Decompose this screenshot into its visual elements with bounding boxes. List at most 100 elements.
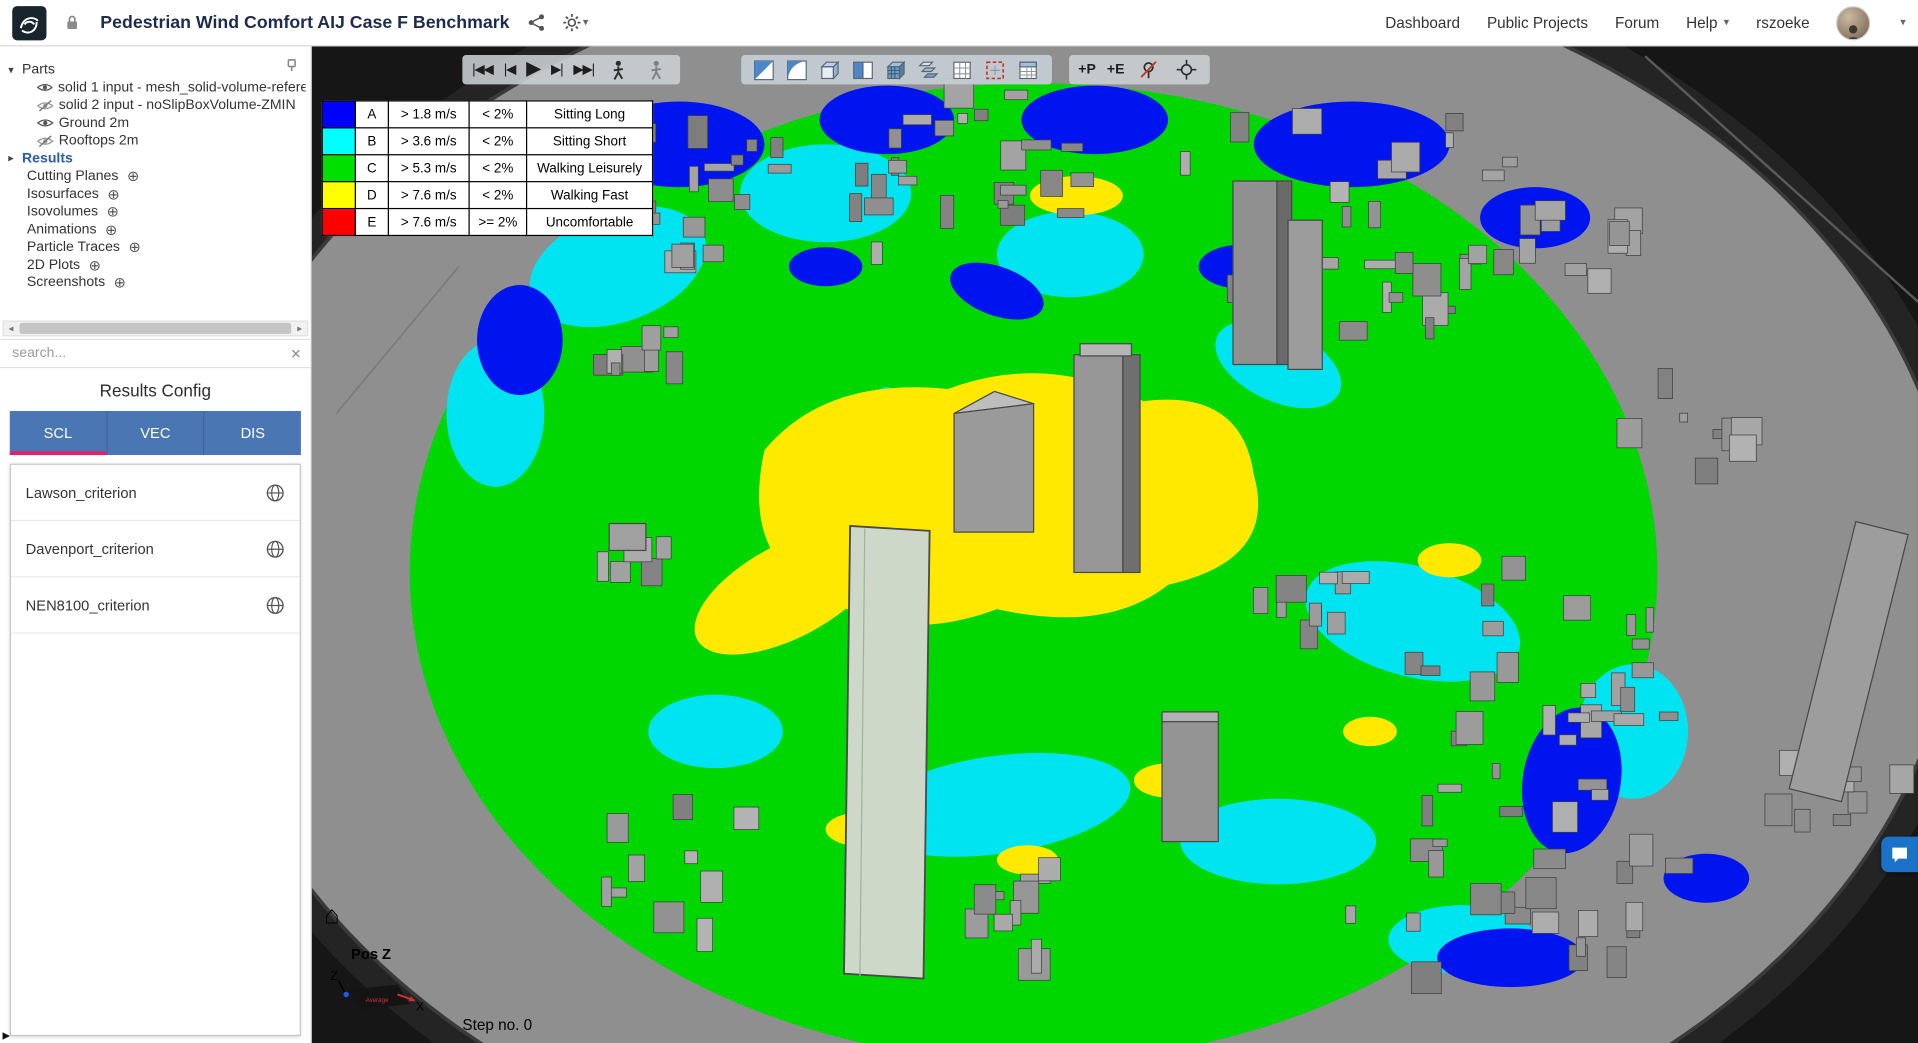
- nav-help-label: Help: [1686, 14, 1717, 31]
- tree-node-2d-plots[interactable]: 2D Plots ⊕: [5, 256, 306, 274]
- add-2d-plot-button[interactable]: ⊕: [89, 258, 101, 273]
- list-item-lawson[interactable]: Lawson_criterion: [11, 465, 300, 521]
- x-axis-label: X: [416, 999, 424, 1013]
- tree-item-rooftops-2m[interactable]: Rooftops 2m: [5, 132, 306, 150]
- tab-dis[interactable]: DIS: [203, 411, 300, 455]
- data-table-icon[interactable]: [1015, 56, 1042, 83]
- list-item-nen8100[interactable]: NEN8100_criterion: [11, 577, 300, 633]
- viewport-3d: |◀◀ |◀ ▶ ▶| ▶▶|: [312, 46, 1918, 1043]
- tree-horizontal-scrollbar[interactable]: ◂ ▸: [2, 320, 308, 336]
- list-item-davenport[interactable]: Davenport_criterion: [11, 521, 300, 577]
- remove-section-icon[interactable]: [982, 56, 1009, 83]
- scene-tree: ▾ Parts solid 1 input - mesh_solid-volum…: [0, 46, 311, 318]
- panel-resize-handle[interactable]: ▶: [2, 1030, 10, 1041]
- step-indicator: Step no. 0: [462, 1016, 532, 1033]
- scrollbar-thumb[interactable]: [20, 323, 292, 334]
- step-forward-button[interactable]: ▶|: [551, 63, 562, 76]
- globe-icon[interactable]: [265, 595, 285, 615]
- add-element-probe-button[interactable]: +E: [1107, 62, 1125, 77]
- legend-comfort: Walking Leisurely: [527, 155, 653, 182]
- legend-row: B > 3.6 m/s < 2% Sitting Short: [322, 128, 652, 155]
- legend-threshold: > 5.3 m/s: [388, 155, 469, 182]
- mesh-cube-icon[interactable]: [883, 56, 910, 83]
- eye-icon[interactable]: [37, 81, 53, 94]
- z-axis-label: Z: [330, 969, 338, 983]
- app-logo[interactable]: [12, 6, 46, 40]
- play-button[interactable]: ▶: [526, 60, 540, 80]
- section-grid-icon[interactable]: [949, 56, 976, 83]
- tree-node-results[interactable]: ▸ Results: [5, 150, 306, 168]
- svg-text:Average: Average: [366, 997, 389, 1004]
- eye-icon[interactable]: [37, 117, 54, 130]
- scroll-right-icon[interactable]: ▸: [292, 323, 307, 334]
- tree-node-animations[interactable]: Animations ⊕: [5, 221, 306, 239]
- tab-vec[interactable]: VEC: [106, 411, 203, 455]
- axis-title: Pos Z: [351, 946, 424, 963]
- exploded-view-icon[interactable]: [916, 56, 943, 83]
- chat-button[interactable]: [1881, 837, 1918, 872]
- walk-mode-icon[interactable]: [605, 56, 632, 83]
- account-menu-button[interactable]: ▾: [1900, 16, 1906, 29]
- username[interactable]: rszoeke: [1756, 14, 1810, 31]
- nav-dashboard[interactable]: Dashboard: [1385, 14, 1460, 31]
- legend-row: D > 7.6 m/s < 2% Walking Fast: [322, 182, 652, 209]
- group-label: Isovolumes: [27, 205, 98, 220]
- expand-icon[interactable]: ▸: [5, 152, 17, 165]
- share-button[interactable]: [527, 13, 545, 31]
- nav-forum[interactable]: Forum: [1615, 14, 1659, 31]
- globe-icon[interactable]: [265, 539, 285, 559]
- pin-panel-icon[interactable]: [285, 59, 298, 76]
- tree-node-isovolumes[interactable]: Isovolumes ⊕: [5, 203, 306, 221]
- add-screenshot-button[interactable]: ⊕: [114, 276, 126, 291]
- legend-threshold: > 7.6 m/s: [388, 209, 469, 236]
- clear-search-icon[interactable]: ×: [291, 345, 301, 362]
- tree-search: ×: [0, 339, 311, 368]
- results-config-tabs: SCL VEC DIS: [10, 411, 301, 455]
- tree-item-solid2[interactable]: solid 2 input - noSlipBoxVolume-ZMIN: [5, 97, 306, 115]
- project-title: Pedestrian Wind Comfort AIJ Case F Bench…: [100, 13, 509, 33]
- clip-curved-icon[interactable]: [783, 56, 810, 83]
- settings-menu-button[interactable]: ▾: [562, 13, 588, 31]
- nav-help[interactable]: Help ▾: [1686, 14, 1729, 31]
- axis-triad[interactable]: Pos Z Z Average X: [329, 946, 424, 1023]
- scroll-left-icon[interactable]: ◂: [4, 323, 19, 334]
- eye-off-icon[interactable]: [37, 134, 54, 147]
- add-particle-trace-button[interactable]: ⊕: [129, 240, 141, 255]
- legend-band: E: [355, 209, 388, 236]
- search-input[interactable]: [10, 345, 284, 362]
- tab-scl[interactable]: SCL: [10, 411, 106, 455]
- step-back-button[interactable]: |◀: [504, 63, 515, 76]
- criterion-label: Lawson_criterion: [26, 484, 137, 501]
- tree-item-ground-2m[interactable]: Ground 2m: [5, 114, 306, 132]
- walk-mode-alt-icon[interactable]: [643, 56, 670, 83]
- remove-probes-icon[interactable]: [1136, 56, 1163, 83]
- home-view-button[interactable]: ⌂: [324, 903, 340, 929]
- dual-view-icon[interactable]: [850, 56, 877, 83]
- tree-node-isosurfaces[interactable]: Isosurfaces ⊕: [5, 185, 306, 203]
- add-isovolume-button[interactable]: ⊕: [107, 205, 119, 220]
- clip-diagonal-icon[interactable]: [750, 56, 777, 83]
- tree-item-solid1[interactable]: solid 1 input - mesh_solid-volume-refere…: [5, 79, 306, 97]
- skip-to-end-button[interactable]: ▶▶|: [573, 63, 594, 76]
- clip-box-icon[interactable]: [817, 56, 844, 83]
- add-animation-button[interactable]: ⊕: [105, 222, 117, 237]
- legend-band: D: [355, 182, 388, 209]
- tree-node-parts[interactable]: ▾ Parts: [5, 61, 306, 79]
- fit-view-icon[interactable]: [1173, 56, 1200, 83]
- tree-node-particle-traces[interactable]: Particle Traces ⊕: [5, 239, 306, 257]
- caret-down-icon: ▾: [583, 16, 589, 29]
- skip-to-start-button[interactable]: |◀◀: [472, 63, 493, 76]
- add-cutting-plane-button[interactable]: ⊕: [127, 169, 139, 184]
- avatar[interactable]: [1837, 6, 1871, 40]
- nav-public-projects[interactable]: Public Projects: [1487, 14, 1588, 31]
- add-point-probe-button[interactable]: +P: [1078, 62, 1096, 77]
- collapse-icon[interactable]: ▾: [5, 63, 17, 76]
- globe-icon[interactable]: [265, 483, 285, 503]
- caret-down-icon: ▾: [1724, 16, 1730, 29]
- add-isosurface-button[interactable]: ⊕: [107, 187, 119, 202]
- tree-node-cutting-planes[interactable]: Cutting Planes ⊕: [5, 168, 306, 186]
- probe-tools: +P +E: [1069, 55, 1211, 84]
- tree-node-screenshots[interactable]: Screenshots ⊕: [5, 274, 306, 292]
- group-label: Cutting Planes: [27, 169, 118, 184]
- eye-off-icon[interactable]: [37, 99, 54, 112]
